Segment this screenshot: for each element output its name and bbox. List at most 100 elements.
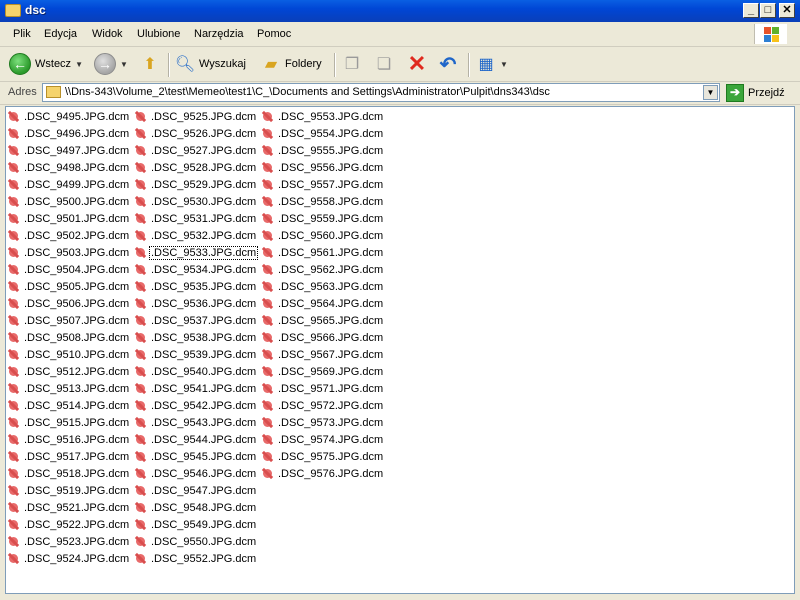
file-item[interactable]: .DSC_9561.JPG.dcm — [260, 244, 384, 261]
file-item[interactable]: .DSC_9521.JPG.dcm — [6, 499, 130, 516]
file-item[interactable]: .DSC_9569.JPG.dcm — [260, 363, 384, 380]
close-button[interactable]: ✕ — [779, 3, 795, 18]
file-list[interactable]: .DSC_9495.JPG.dcm .DSC_9496.JPG.dcm .DSC_9… — [5, 106, 795, 594]
file-item[interactable]: .DSC_9506.JPG.dcm — [6, 295, 130, 312]
forward-button[interactable]: → ▼ — [94, 51, 128, 77]
file-item[interactable]: .DSC_9553.JPG.dcm — [260, 108, 384, 125]
file-item[interactable]: .DSC_9498.JPG.dcm — [6, 159, 130, 176]
file-item[interactable]: .DSC_9524.JPG.dcm — [6, 550, 130, 567]
menu-favorites[interactable]: Ulubione — [137, 28, 180, 40]
file-item[interactable]: .DSC_9541.JPG.dcm — [133, 380, 257, 397]
file-item[interactable]: .DSC_9522.JPG.dcm — [6, 516, 130, 533]
file-item[interactable]: .DSC_9560.JPG.dcm — [260, 227, 384, 244]
file-item[interactable]: .DSC_9504.JPG.dcm — [6, 261, 130, 278]
menu-help[interactable]: Pomoc — [257, 28, 291, 40]
chevron-down-icon[interactable]: ▼ — [703, 85, 718, 100]
file-item[interactable]: .DSC_9536.JPG.dcm — [133, 295, 257, 312]
file-item[interactable]: .DSC_9505.JPG.dcm — [6, 278, 130, 295]
file-item[interactable]: .DSC_9572.JPG.dcm — [260, 397, 384, 414]
file-item[interactable]: .DSC_9515.JPG.dcm — [6, 414, 130, 431]
file-item[interactable]: .DSC_9508.JPG.dcm — [6, 329, 130, 346]
file-item[interactable]: .DSC_9566.JPG.dcm — [260, 329, 384, 346]
file-item[interactable]: .DSC_9549.JPG.dcm — [133, 516, 257, 533]
file-item[interactable]: .DSC_9516.JPG.dcm — [6, 431, 130, 448]
title-bar[interactable]: dsc _ □ ✕ — [0, 0, 800, 22]
chevron-down-icon[interactable]: ▼ — [120, 60, 128, 69]
file-item[interactable]: .DSC_9539.JPG.dcm — [133, 346, 257, 363]
delete-button[interactable]: ✕ — [407, 51, 427, 77]
file-item[interactable]: .DSC_9563.JPG.dcm — [260, 278, 384, 295]
minimize-button[interactable]: _ — [743, 3, 759, 18]
file-item[interactable]: .DSC_9500.JPG.dcm — [6, 193, 130, 210]
search-button[interactable]: 🔍︎ Wyszukaj — [175, 51, 246, 77]
file-item[interactable]: .DSC_9565.JPG.dcm — [260, 312, 384, 329]
file-item[interactable]: .DSC_9525.JPG.dcm — [133, 108, 257, 125]
file-item[interactable]: .DSC_9576.JPG.dcm — [260, 465, 384, 482]
file-item[interactable]: .DSC_9499.JPG.dcm — [6, 176, 130, 193]
file-item[interactable]: .DSC_9518.JPG.dcm — [6, 465, 130, 482]
views-button[interactable]: ▦ ▼ — [476, 51, 508, 77]
file-item[interactable]: .DSC_9546.JPG.dcm — [133, 465, 257, 482]
file-item[interactable]: .DSC_9501.JPG.dcm — [6, 210, 130, 227]
file-item[interactable]: .DSC_9513.JPG.dcm — [6, 380, 130, 397]
move-to-button[interactable]: ❐ — [342, 51, 362, 77]
file-item[interactable]: .DSC_9535.JPG.dcm — [133, 278, 257, 295]
file-item[interactable]: .DSC_9548.JPG.dcm — [133, 499, 257, 516]
file-item[interactable]: .DSC_9529.JPG.dcm — [133, 176, 257, 193]
file-item[interactable]: .DSC_9533.JPG.dcm — [133, 244, 259, 261]
file-item[interactable]: .DSC_9543.JPG.dcm — [133, 414, 257, 431]
file-item[interactable]: .DSC_9542.JPG.dcm — [133, 397, 257, 414]
file-item[interactable]: .DSC_9559.JPG.dcm — [260, 210, 384, 227]
file-item[interactable]: .DSC_9537.JPG.dcm — [133, 312, 257, 329]
maximize-button[interactable]: □ — [760, 3, 776, 18]
folders-button[interactable]: ▰ Foldery — [261, 51, 322, 77]
file-item[interactable]: .DSC_9532.JPG.dcm — [133, 227, 257, 244]
file-item[interactable]: .DSC_9540.JPG.dcm — [133, 363, 257, 380]
file-item[interactable]: .DSC_9497.JPG.dcm — [6, 142, 130, 159]
chevron-down-icon[interactable]: ▼ — [500, 60, 508, 69]
file-item[interactable]: .DSC_9514.JPG.dcm — [6, 397, 130, 414]
file-item[interactable]: .DSC_9554.JPG.dcm — [260, 125, 384, 142]
address-input[interactable]: \\Dns-343\Volume_2\test\Memeo\test1\C_\D… — [42, 83, 720, 102]
file-item[interactable]: .DSC_9512.JPG.dcm — [6, 363, 130, 380]
copy-to-button[interactable]: ❏ — [374, 51, 394, 77]
back-button[interactable]: ← Wstecz ▼ — [9, 51, 83, 77]
file-item[interactable]: .DSC_9562.JPG.dcm — [260, 261, 384, 278]
chevron-down-icon[interactable]: ▼ — [75, 60, 83, 69]
menu-tools[interactable]: Narzędzia — [194, 28, 244, 40]
menu-view[interactable]: Widok — [92, 28, 123, 40]
file-item[interactable]: .DSC_9556.JPG.dcm — [260, 159, 384, 176]
file-item[interactable]: .DSC_9545.JPG.dcm — [133, 448, 257, 465]
file-item[interactable]: .DSC_9531.JPG.dcm — [133, 210, 257, 227]
file-item[interactable]: .DSC_9558.JPG.dcm — [260, 193, 384, 210]
file-item[interactable]: .DSC_9575.JPG.dcm — [260, 448, 384, 465]
file-item[interactable]: .DSC_9526.JPG.dcm — [133, 125, 257, 142]
file-item[interactable]: .DSC_9527.JPG.dcm — [133, 142, 257, 159]
file-item[interactable]: .DSC_9564.JPG.dcm — [260, 295, 384, 312]
menu-edit[interactable]: Edycja — [44, 28, 77, 40]
folder-up-button[interactable]: ⬆ — [140, 51, 160, 77]
file-item[interactable]: .DSC_9550.JPG.dcm — [133, 533, 257, 550]
go-button[interactable]: ➔ Przejdź — [726, 83, 785, 103]
file-item[interactable]: .DSC_9502.JPG.dcm — [6, 227, 130, 244]
file-item[interactable]: .DSC_9555.JPG.dcm — [260, 142, 384, 159]
file-item[interactable]: .DSC_9517.JPG.dcm — [6, 448, 130, 465]
file-item[interactable]: .DSC_9571.JPG.dcm — [260, 380, 384, 397]
file-item[interactable]: .DSC_9495.JPG.dcm — [6, 108, 130, 125]
file-item[interactable]: .DSC_9507.JPG.dcm — [6, 312, 130, 329]
file-item[interactable]: .DSC_9573.JPG.dcm — [260, 414, 384, 431]
address-path[interactable]: \\Dns-343\Volume_2\test\Memeo\test1\C_\D… — [65, 86, 550, 98]
file-item[interactable]: .DSC_9496.JPG.dcm — [6, 125, 130, 142]
undo-button[interactable]: ↶ — [438, 51, 458, 77]
file-item[interactable]: .DSC_9567.JPG.dcm — [260, 346, 384, 363]
menu-file[interactable]: Plik — [13, 28, 31, 40]
file-item[interactable]: .DSC_9544.JPG.dcm — [133, 431, 257, 448]
file-item[interactable]: .DSC_9530.JPG.dcm — [133, 193, 257, 210]
file-item[interactable]: .DSC_9538.JPG.dcm — [133, 329, 257, 346]
file-item[interactable]: .DSC_9557.JPG.dcm — [260, 176, 384, 193]
file-item[interactable]: .DSC_9534.JPG.dcm — [133, 261, 257, 278]
file-item[interactable]: .DSC_9523.JPG.dcm — [6, 533, 130, 550]
file-item[interactable]: .DSC_9574.JPG.dcm — [260, 431, 384, 448]
file-item[interactable]: .DSC_9528.JPG.dcm — [133, 159, 257, 176]
file-item[interactable]: .DSC_9510.JPG.dcm — [6, 346, 130, 363]
